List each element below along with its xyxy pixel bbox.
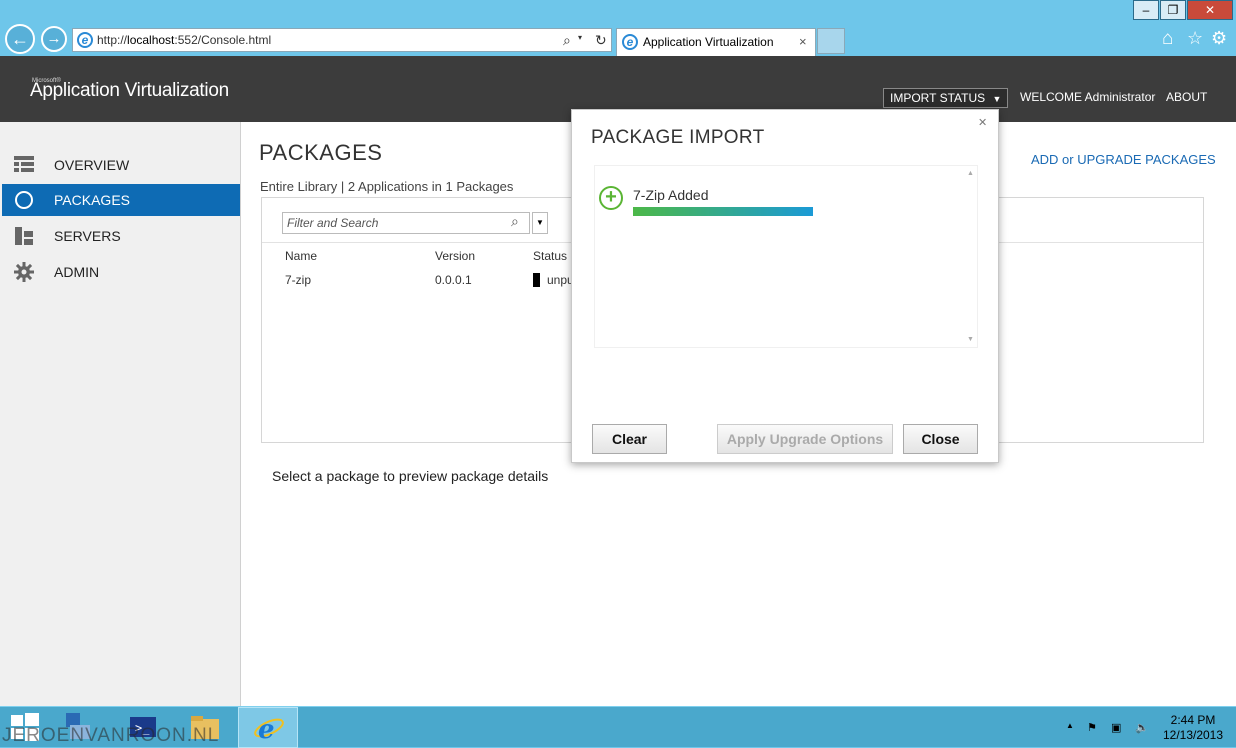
search-input[interactable]: Filter and Search	[282, 212, 530, 234]
sidebar-item-label: ADMIN	[54, 264, 100, 280]
system-clock[interactable]: 2:44 PM 12/13/2013	[1160, 713, 1226, 743]
column-header-name[interactable]: Name	[285, 249, 317, 263]
status-indicator	[533, 273, 540, 287]
column-header-status[interactable]: Status	[533, 249, 567, 263]
url-prefix: http://	[97, 33, 128, 47]
favorites-icon[interactable]: ☆	[1187, 28, 1203, 49]
chevron-down-icon[interactable]: ▾	[578, 27, 582, 49]
address-bar[interactable]: e http://localhost:552/Console.html ⌕ ▾ …	[72, 28, 612, 52]
dialog-title: PACKAGE IMPORT	[591, 127, 765, 148]
scroll-down-icon[interactable]: ▼	[967, 336, 974, 343]
restore-button[interactable]: ❐	[1160, 0, 1186, 20]
refresh-icon[interactable]: ↻	[595, 29, 607, 51]
row-status: unpu	[547, 273, 574, 287]
apply-upgrade-options-button[interactable]: Apply Upgrade Options	[717, 424, 893, 454]
sidebar-item-label: SERVERS	[54, 228, 121, 244]
minimize-button[interactable]: –	[1133, 0, 1159, 20]
sidebar-item-admin[interactable]: ADMIN	[2, 256, 240, 288]
url-host: localhost	[127, 33, 175, 47]
sidebar-item-label: OVERVIEW	[54, 157, 130, 173]
add-upgrade-packages-link[interactable]: ADD or UPGRADE PACKAGES	[1031, 152, 1216, 167]
sidebar-item-overview[interactable]: OVERVIEW	[2, 149, 240, 181]
clear-button[interactable]: Clear	[592, 424, 667, 454]
import-status-label: IMPORT STATUS	[890, 91, 986, 105]
about-link[interactable]: ABOUT	[1166, 90, 1207, 104]
volume-icon[interactable]: 🔈	[1135, 721, 1149, 734]
back-button[interactable]: ←	[5, 24, 35, 54]
home-icon[interactable]: ⌂	[1162, 28, 1173, 50]
welcome-user[interactable]: WELCOME Administrator	[1020, 90, 1155, 104]
overview-icon	[14, 156, 34, 172]
library-summary: Entire Library | 2 Applications in 1 Pac…	[260, 179, 514, 194]
browser-chrome: – ❐ ✕ ← → e http://localhost:552/Console…	[0, 0, 1236, 56]
sidebar: OVERVIEW PACKAGES SERVERS ADMIN	[0, 122, 241, 706]
tab-close-icon[interactable]: ×	[799, 29, 807, 55]
page-title: PACKAGES	[259, 140, 383, 165]
import-item-label: 7-Zip Added	[633, 187, 709, 203]
caret-down-icon: ▼	[992, 94, 1002, 104]
tab-application-virtualization[interactable]: e Application Virtualization ×	[616, 28, 816, 56]
row-name: 7-zip	[285, 273, 312, 287]
brand-title: Application Virtualization	[30, 80, 229, 101]
forward-button[interactable]: →	[41, 26, 67, 52]
sidebar-item-packages[interactable]: PACKAGES	[2, 184, 240, 216]
column-header-version[interactable]: Version	[435, 249, 475, 263]
preview-message: Select a package to preview package deta…	[272, 468, 549, 484]
tab-title: Application Virtualization	[643, 35, 774, 49]
search-icon[interactable]: ⌕	[511, 213, 519, 230]
taskbar: >_ e JEROENVANROON.NL ▲ ⚑ ▣ 🔈 2:44 PM 12…	[0, 706, 1236, 748]
servers-icon	[15, 227, 33, 245]
internet-explorer-taskbar-button[interactable]: e	[238, 707, 298, 748]
search-filter-dropdown[interactable]: ▼	[532, 212, 548, 234]
import-progress-bar	[633, 207, 813, 216]
scroll-up-icon[interactable]: ▲	[967, 170, 974, 177]
tools-icon[interactable]: ⚙	[1211, 28, 1227, 49]
clock-date: 12/13/2013	[1162, 728, 1224, 742]
clock-time: 2:44 PM	[1170, 713, 1216, 727]
import-list: + 7-Zip Added ▲ ▼	[594, 165, 978, 348]
ie-page-icon: e	[77, 32, 93, 48]
show-hidden-icons[interactable]: ▲	[1066, 721, 1074, 730]
close-icon[interactable]: ✕	[978, 116, 987, 129]
row-version: 0.0.0.1	[435, 273, 472, 287]
search-icon[interactable]: ⌕	[563, 29, 571, 51]
close-window-button[interactable]: ✕	[1187, 0, 1233, 20]
sidebar-item-servers[interactable]: SERVERS	[2, 220, 240, 252]
packages-icon	[15, 191, 33, 209]
new-tab-button[interactable]	[817, 28, 845, 54]
package-import-dialog: PACKAGE IMPORT ✕ + 7-Zip Added ▲ ▼ Clear…	[571, 109, 999, 463]
sidebar-item-label: PACKAGES	[54, 192, 130, 208]
url-rest: :552/Console.html	[174, 33, 272, 47]
action-center-icon[interactable]: ⚑	[1087, 721, 1097, 734]
svg-text:e: e	[258, 715, 275, 744]
ie-tab-icon: e	[622, 34, 638, 50]
internet-explorer-icon: e	[254, 715, 284, 744]
close-button[interactable]: Close	[903, 424, 978, 454]
watermark: JEROENVANROON.NL	[2, 725, 220, 746]
gear-icon	[14, 262, 34, 282]
import-status-menu[interactable]: IMPORT STATUS ▼	[883, 88, 1009, 108]
network-icon[interactable]: ▣	[1111, 721, 1121, 734]
plus-icon: +	[599, 186, 623, 210]
